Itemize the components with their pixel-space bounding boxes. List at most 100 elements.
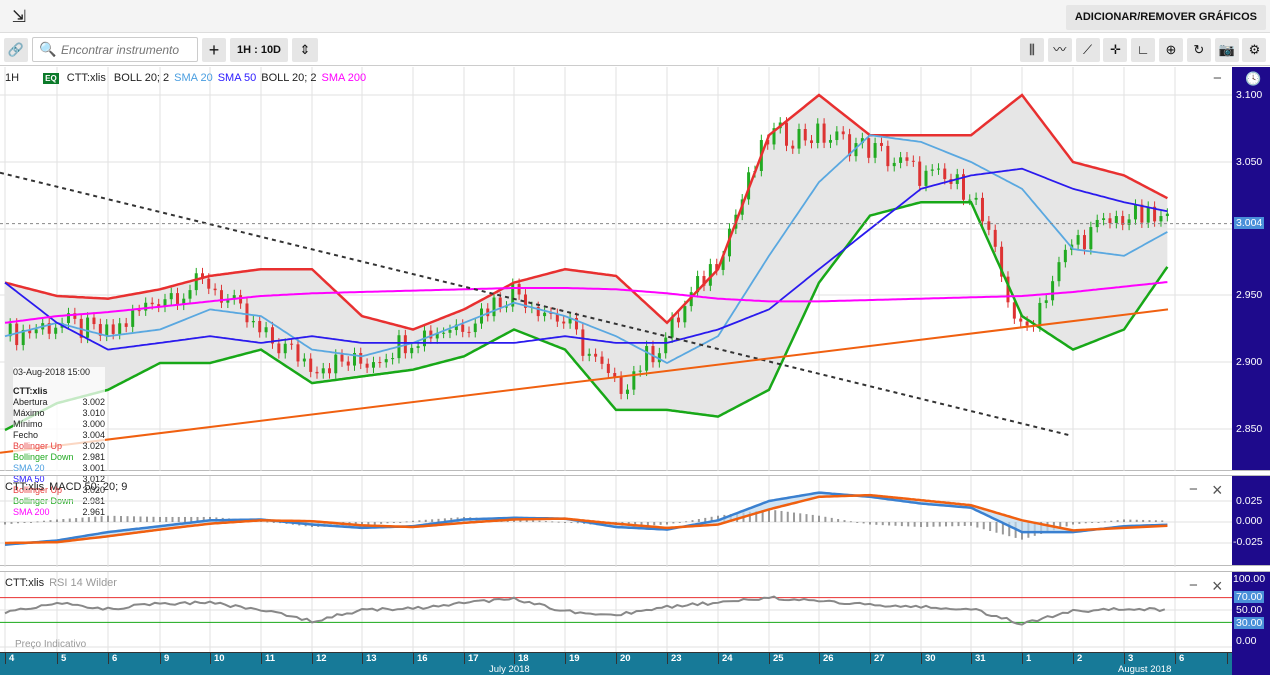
histogram-bar bbox=[862, 522, 865, 524]
tooltip-label: Abertura bbox=[13, 397, 48, 407]
histogram-bar bbox=[1148, 520, 1151, 522]
histogram-bar bbox=[373, 522, 376, 525]
minimize-button[interactable]: − bbox=[1189, 481, 1198, 498]
rsi-axis[interactable]: 100.00 70.00 50.00 30.00 0.00 bbox=[1232, 572, 1270, 652]
tooltip-row: Fecho 3.004 bbox=[13, 430, 105, 441]
histogram-bar bbox=[672, 522, 675, 524]
study-label[interactable]: BOLL 20; 2 bbox=[261, 72, 316, 84]
histogram-bar bbox=[1161, 520, 1164, 522]
rsi-line bbox=[4, 595, 1166, 626]
histogram-bar bbox=[412, 520, 414, 522]
histogram-bar bbox=[957, 522, 960, 527]
study-label[interactable]: SMA 20 bbox=[174, 72, 213, 84]
histogram-bar bbox=[100, 516, 103, 522]
macd-legend: CTT:xlis MACD 50; 20; 9 bbox=[5, 481, 132, 493]
histogram-bar bbox=[932, 522, 935, 527]
histogram-bar bbox=[139, 516, 142, 522]
histogram-bar bbox=[146, 516, 148, 522]
histogram-bar bbox=[945, 522, 947, 527]
tooltip-value: 3.001 bbox=[82, 463, 105, 473]
histogram-bar bbox=[963, 522, 966, 526]
gear-icon[interactable]: ⚙ bbox=[1242, 38, 1267, 62]
histogram-bar bbox=[678, 522, 681, 523]
tooltip-symbol: CTT:xlis bbox=[13, 386, 48, 396]
histogram-bar bbox=[799, 513, 802, 522]
equity-badge: EQ bbox=[43, 73, 59, 84]
histogram-bar bbox=[1135, 519, 1138, 522]
candles-icon[interactable]: ⫼ bbox=[1020, 38, 1044, 62]
histogram-bar bbox=[126, 516, 129, 522]
histogram-bar bbox=[152, 516, 155, 522]
tooltip-row: SMA 20 3.001 bbox=[13, 463, 105, 474]
histogram-bar bbox=[56, 519, 58, 522]
axis-tick: 2.850 bbox=[1236, 423, 1263, 435]
histogram-bar bbox=[551, 521, 554, 523]
study-label[interactable]: BOLL 20; 2 bbox=[114, 72, 169, 84]
month-label: August 2018 bbox=[1118, 664, 1172, 675]
histogram-bar bbox=[805, 514, 808, 522]
add-remove-charts-button[interactable]: ADICIONAR/REMOVER GRÁFICOS bbox=[1065, 5, 1266, 30]
tooltip-row: Máximo 3.010 bbox=[13, 408, 105, 419]
macd-label: MACD 50; 20; 9 bbox=[49, 481, 128, 493]
histogram-bar bbox=[989, 522, 992, 531]
histogram-bar bbox=[87, 517, 90, 522]
price-panel[interactable]: 1H EQ CTT:xlis BOLL 20; 2 SMA 20 SMA 50 BOL… bbox=[0, 67, 1270, 518]
curve-icon[interactable]: ∟ bbox=[1131, 38, 1156, 62]
split-icon[interactable]: ⇕ bbox=[292, 38, 318, 62]
date-axis[interactable]: 4 5 6 9 10 11 12 13 16 17 18 19 20 23 24 25 26 27 30 31 1 2 3 6 bbox=[0, 652, 1232, 665]
histogram-bar bbox=[17, 522, 19, 524]
interval-button[interactable]: 1H : 10D bbox=[230, 38, 288, 62]
line-draw-icon[interactable]: ⟋ bbox=[1075, 38, 1100, 62]
histogram-bar bbox=[774, 510, 777, 522]
link-icon[interactable]: 🔗 bbox=[4, 38, 28, 62]
histogram-bar bbox=[576, 522, 579, 524]
histogram-bar bbox=[1123, 519, 1125, 522]
histogram-bar bbox=[995, 522, 998, 533]
macd-chart[interactable] bbox=[0, 476, 1232, 567]
indicators-icon[interactable]: 〰 bbox=[1047, 38, 1072, 62]
histogram-bar bbox=[1091, 522, 1094, 523]
zoom-icon[interactable]: ⊕ bbox=[1159, 38, 1183, 62]
camera-icon[interactable]: 📷 bbox=[1214, 38, 1239, 62]
histogram-bar bbox=[653, 522, 656, 526]
histogram-bar bbox=[30, 522, 32, 523]
close-button[interactable]: × bbox=[1212, 576, 1223, 597]
arrow-down-left-icon[interactable]: ⇲ bbox=[8, 6, 30, 28]
histogram-bar bbox=[1142, 519, 1145, 522]
histogram-bar bbox=[780, 510, 783, 522]
histogram-bar bbox=[793, 512, 795, 522]
rsi-chart[interactable] bbox=[0, 572, 1232, 653]
macd-axis[interactable]: 0.025 0.000 -0.025 bbox=[1232, 476, 1270, 565]
candle bbox=[1000, 241, 1004, 282]
histogram-bar bbox=[94, 516, 97, 522]
tooltip-label: Mínimo bbox=[13, 419, 43, 429]
histogram-bar bbox=[133, 516, 135, 522]
study-label[interactable]: SMA 200 bbox=[321, 72, 366, 84]
refresh-icon[interactable]: ↻ bbox=[1186, 38, 1211, 62]
rsi-legend: CTT:xlis RSI 14 Wilder bbox=[5, 577, 122, 589]
axis-corner bbox=[1232, 652, 1270, 675]
price-axis[interactable]: 🕓 3.100 3.050 3.004 2.950 2.900 2.850 bbox=[1232, 67, 1270, 470]
add-button[interactable]: + bbox=[202, 38, 226, 62]
minimize-button[interactable]: − bbox=[1189, 577, 1198, 594]
crosshair-icon[interactable]: ✛ bbox=[1103, 38, 1128, 62]
histogram-bar bbox=[1129, 519, 1132, 522]
histogram-bar bbox=[120, 516, 122, 522]
histogram-bar bbox=[843, 520, 846, 522]
axis-tick: -0.025 bbox=[1233, 536, 1263, 548]
tooltip-label: SMA 20 bbox=[13, 463, 45, 473]
study-label[interactable]: SMA 50 bbox=[218, 72, 257, 84]
tooltip-row: Bollinger Down 2.981 bbox=[13, 452, 105, 463]
histogram-bar bbox=[36, 521, 39, 523]
close-button[interactable]: × bbox=[1212, 480, 1223, 501]
candle bbox=[581, 324, 585, 362]
axis-tick: 3.100 bbox=[1236, 89, 1263, 101]
rsi-symbol: CTT:xlis bbox=[5, 577, 45, 589]
search-input[interactable] bbox=[61, 40, 195, 59]
macd-panel[interactable]: CTT:xlis MACD 50; 20; 9 − × 0.025 0.000 -… bbox=[0, 475, 1270, 567]
rsi-panel[interactable]: CTT:xlis RSI 14 Wilder Preço Indicativo −… bbox=[0, 571, 1270, 653]
price-chart[interactable] bbox=[0, 67, 1232, 471]
instrument-search[interactable]: 🔍 bbox=[32, 37, 198, 62]
axis-tick: 2.950 bbox=[1236, 289, 1263, 301]
minimize-button[interactable]: − bbox=[1213, 70, 1222, 87]
